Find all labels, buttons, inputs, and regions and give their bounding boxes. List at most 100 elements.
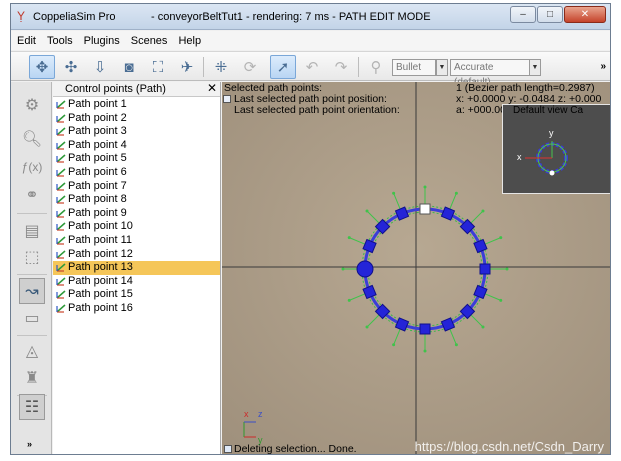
undo-icon[interactable]: ↶ bbox=[299, 55, 325, 79]
axis-x-label: x bbox=[244, 409, 249, 419]
control-points-panel: Control points (Path) ✕ Path point 1 Path… bbox=[53, 81, 221, 454]
list-item[interactable]: Path point 13 bbox=[53, 261, 220, 275]
list-item-label: Path point 13 bbox=[68, 261, 133, 274]
list-item[interactable]: Path point 1 bbox=[53, 98, 220, 112]
script-icon[interactable]: ▤ bbox=[19, 218, 45, 244]
list-item-label: Path point 7 bbox=[68, 179, 127, 192]
left-toolbar: ⚙ 🔍︎ ƒ(x) ⚭ ▤ ⬚ ↝ ▭ ◬ ♜ ☷ » bbox=[11, 82, 52, 454]
left-toolbar-more-icon[interactable]: » bbox=[27, 439, 32, 449]
minimap-title: Default view Ca bbox=[513, 105, 584, 116]
path-point-icon bbox=[56, 168, 66, 177]
click-select-icon[interactable]: ➚ bbox=[270, 55, 296, 79]
redo-icon[interactable]: ↷ bbox=[328, 55, 354, 79]
rotate-icon[interactable]: ✣ bbox=[58, 55, 84, 79]
list-item-label: Path point 11 bbox=[68, 233, 133, 246]
status-toggle-icon[interactable] bbox=[224, 445, 232, 453]
list-item-label: Path point 5 bbox=[68, 152, 127, 165]
selection-icon[interactable]: ◬ bbox=[19, 338, 45, 364]
minimap-view[interactable]: Default view Ca y x bbox=[502, 104, 610, 194]
control-point-marker bbox=[419, 203, 431, 215]
path-point-icon bbox=[56, 209, 66, 218]
path-edit-icon[interactable]: ↝ bbox=[19, 278, 45, 304]
status-message: Deleting selection... Done. bbox=[234, 443, 357, 455]
menu-help[interactable]: Help bbox=[178, 35, 201, 47]
engine-dropdown-icon[interactable]: ▼ bbox=[436, 59, 448, 76]
list-item[interactable]: Path point 9 bbox=[53, 207, 220, 221]
list-item[interactable]: Path point 10 bbox=[53, 220, 220, 234]
menu-tools[interactable]: Tools bbox=[47, 35, 73, 47]
accuracy-dropdown-icon[interactable]: ▼ bbox=[529, 59, 541, 76]
robot-icon[interactable]: ♜ bbox=[19, 365, 45, 391]
list-item[interactable]: Path point 7 bbox=[53, 180, 220, 194]
menu-plugins[interactable]: Plugins bbox=[84, 35, 120, 47]
function-icon[interactable]: ƒ(x) bbox=[19, 154, 45, 180]
list-item-label: Path point 3 bbox=[68, 125, 127, 138]
path-icon-a[interactable]: ⚭ bbox=[19, 182, 45, 208]
menu-edit[interactable]: Edit bbox=[17, 35, 36, 47]
path-point-icon bbox=[56, 236, 66, 245]
control-point-marker bbox=[356, 260, 374, 278]
engine-select[interactable]: Bullet bbox=[392, 59, 436, 76]
path-point-icon bbox=[56, 222, 66, 231]
path-point-icon bbox=[56, 249, 66, 259]
hierarchy-list-icon[interactable]: ☷ bbox=[19, 394, 45, 420]
list-item[interactable]: Path point 4 bbox=[53, 139, 220, 153]
page-icon[interactable]: ▭ bbox=[19, 305, 45, 331]
window-controls: – □ ✕ bbox=[510, 6, 606, 23]
control-point-marker bbox=[479, 263, 491, 275]
pan-icon[interactable]: ✈ bbox=[174, 55, 200, 79]
path-point-icon bbox=[56, 195, 66, 204]
minimap-x-label: x bbox=[517, 152, 522, 162]
info-toggle-icon[interactable] bbox=[223, 95, 231, 103]
shift-icon[interactable]: ⇩ bbox=[87, 55, 113, 79]
control-point-marker bbox=[419, 323, 431, 335]
watermark: https://blog.csdn.net/Csdn_Darry bbox=[414, 439, 604, 454]
minimap-canvas bbox=[525, 141, 568, 176]
list-item-label: Path point 12 bbox=[68, 247, 133, 260]
app-name: CoppeliaSim Pro bbox=[33, 11, 116, 23]
list-item-label: Path point 8 bbox=[68, 193, 127, 206]
close-button[interactable]: ✕ bbox=[564, 6, 606, 23]
object-icon[interactable]: ⬚ bbox=[19, 244, 45, 270]
path-point-icon bbox=[56, 181, 66, 191]
list-item[interactable]: Path point 16 bbox=[53, 302, 220, 316]
path-point-list: Path point 1 Path point 2 Path point 3 Path… bbox=[53, 98, 220, 316]
minimize-button[interactable]: – bbox=[510, 6, 536, 23]
object-rotate-icon[interactable]: ⟳ bbox=[237, 55, 263, 79]
list-item[interactable]: Path point 12 bbox=[53, 248, 220, 262]
path-point-icon bbox=[56, 263, 66, 272]
list-item[interactable]: Path point 5 bbox=[53, 152, 220, 166]
menu-bar: Edit Tools Plugins Scenes Help bbox=[11, 31, 610, 50]
scene-hierarchy-icon[interactable]: ⚙ bbox=[19, 92, 45, 118]
path-point-icon bbox=[56, 304, 66, 313]
path-point-icon bbox=[56, 141, 66, 150]
accuracy-select[interactable]: Accurate (default) bbox=[450, 59, 530, 88]
path-point-icon bbox=[56, 154, 66, 163]
title-bar[interactable]: Ỵ CoppeliaSim Pro - conveyorBeltTut1 - r… bbox=[11, 4, 610, 30]
maximize-button[interactable]: □ bbox=[537, 6, 563, 23]
menu-scenes[interactable]: Scenes bbox=[131, 35, 168, 47]
list-item[interactable]: Path point 8 bbox=[53, 193, 220, 207]
list-item[interactable]: Path point 11 bbox=[53, 234, 220, 248]
object-shift-icon[interactable]: ⁜ bbox=[208, 55, 234, 79]
list-item-label: Path point 16 bbox=[68, 301, 133, 314]
toolbar-overflow-icon[interactable]: » bbox=[600, 61, 606, 72]
panel-title: Control points (Path) bbox=[65, 83, 166, 95]
model-browser-icon[interactable]: 🔍︎ bbox=[19, 126, 45, 152]
dynamics-icon[interactable]: ⚲ bbox=[363, 55, 389, 79]
list-item[interactable]: Path point 15 bbox=[53, 288, 220, 302]
list-item-label: Path point 6 bbox=[68, 165, 127, 178]
path-point-icon bbox=[56, 127, 66, 136]
path-point-icon bbox=[56, 100, 66, 109]
scene-viewport[interactable]: Selected path points: 1 (Bezier path len… bbox=[222, 82, 610, 455]
camera-icon[interactable]: ◙ bbox=[116, 55, 142, 79]
list-item[interactable]: Path point 3 bbox=[53, 125, 220, 139]
list-item[interactable]: Path point 14 bbox=[53, 275, 220, 289]
fit-view-icon[interactable]: ⛶ bbox=[145, 55, 171, 79]
list-item[interactable]: Path point 2 bbox=[53, 112, 220, 126]
list-item[interactable]: Path point 6 bbox=[53, 166, 220, 180]
panel-close-icon[interactable]: ✕ bbox=[207, 81, 217, 95]
panel-header: Control points (Path) ✕ bbox=[53, 81, 220, 97]
app-window: Ỵ CoppeliaSim Pro - conveyorBeltTut1 - r… bbox=[10, 3, 611, 455]
move-icon[interactable]: ✥ bbox=[29, 55, 55, 79]
